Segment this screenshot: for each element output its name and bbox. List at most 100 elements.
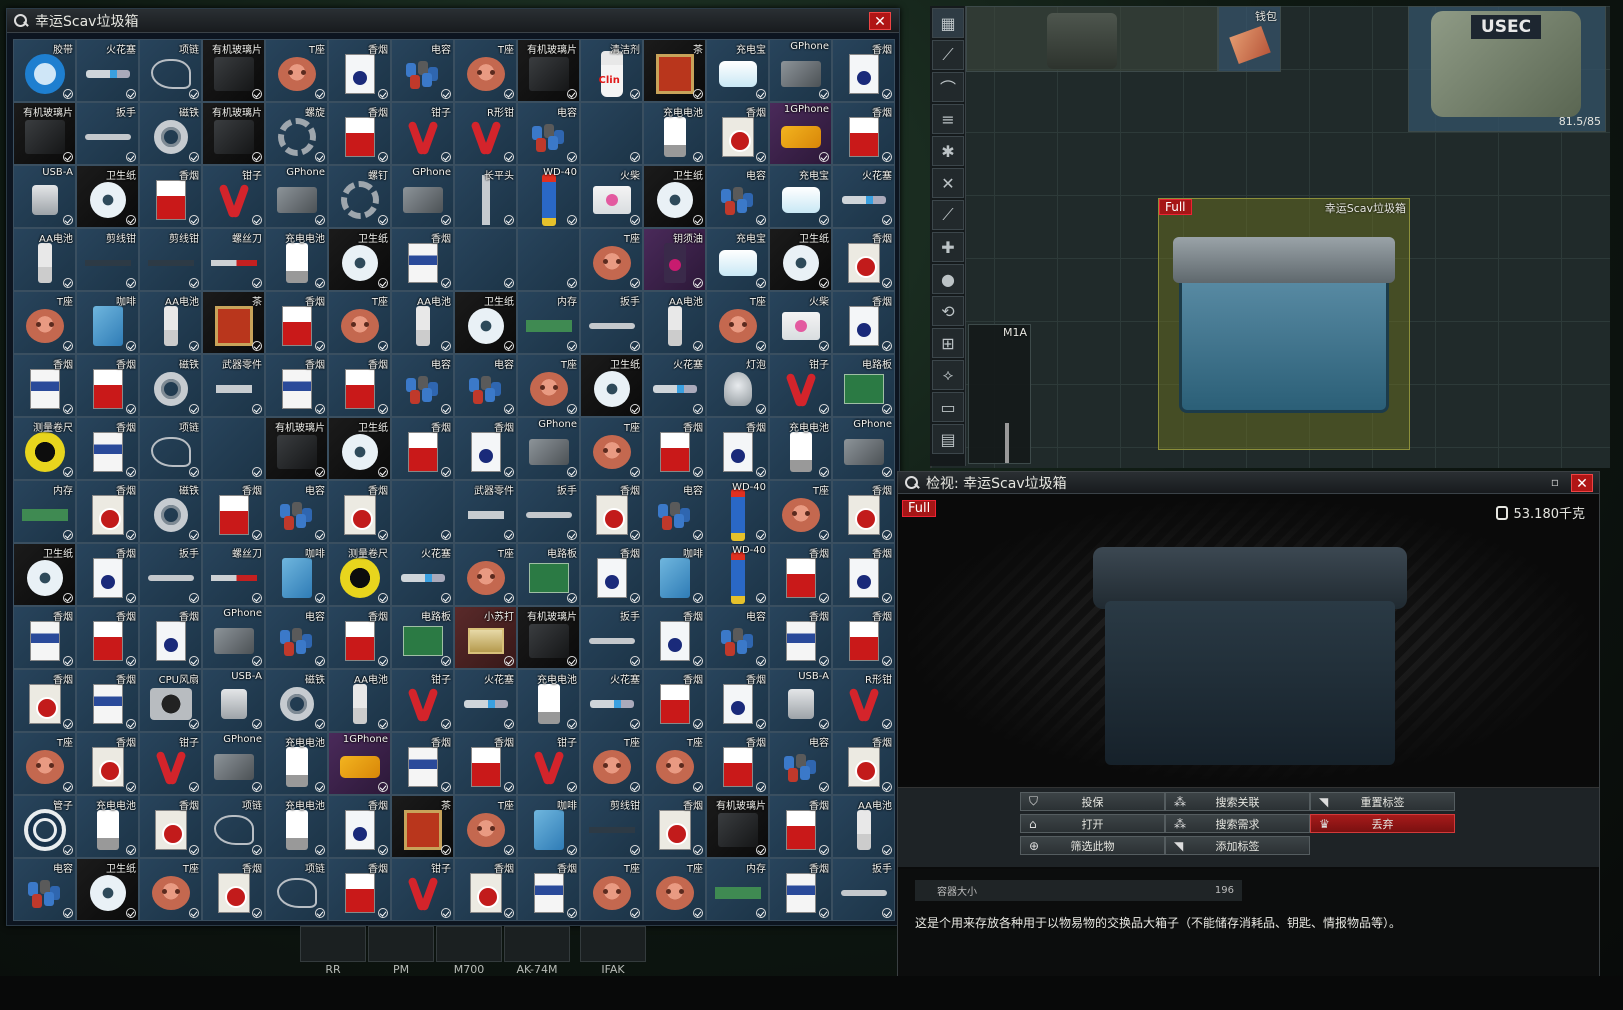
grid-icon[interactable]: ▦ [932,8,964,38]
grid-item[interactable]: T座 [706,291,769,354]
minimize-button[interactable]: ▫ [1551,475,1559,489]
grid-item[interactable]: 香烟 [328,795,391,858]
grid-item[interactable]: 1GPhone [769,102,832,165]
grid-item[interactable]: 充电电池 [76,795,139,858]
grid-item[interactable]: 香烟 [832,291,895,354]
grid-item[interactable]: 充电电池 [769,417,832,480]
grid-item[interactable]: 电容 [265,606,328,669]
grid-item[interactable]: 螺钉 [328,165,391,228]
grid-item[interactable]: 香烟 [328,858,391,921]
grid-item[interactable]: T座 [580,858,643,921]
grid-item[interactable]: 香烟 [391,417,454,480]
grid-item[interactable]: 咖啡 [76,291,139,354]
close-button[interactable]: ✕ [869,12,891,30]
grid-item[interactable] [580,102,643,165]
grid-item[interactable]: 电容 [13,858,76,921]
grid-item[interactable]: T座 [643,732,706,795]
grid-item[interactable]: 有机玻璃片 [202,102,265,165]
grid-item[interactable]: 香烟 [76,543,139,606]
grid-item[interactable] [391,480,454,543]
grid-item[interactable]: 电容 [517,102,580,165]
grid-item[interactable]: T座 [454,543,517,606]
search-related-button[interactable]: ⁂ 搜索关联 [1165,792,1310,811]
container-window-titlebar[interactable]: 幸运Scav垃圾箱 [7,9,899,33]
grid-item[interactable]: T座 [454,39,517,102]
scav-junkbox-slot[interactable]: Full 幸运Scav垃圾箱 [1158,198,1410,450]
grid-item[interactable]: 香烟 [265,291,328,354]
grid-item[interactable]: 灯泡 [706,354,769,417]
grid-item[interactable] [202,417,265,480]
grid-item[interactable]: 充电电池 [265,732,328,795]
grid-item[interactable]: 香烟 [202,858,265,921]
grid-item[interactable]: 香烟 [832,228,895,291]
grid-item[interactable]: 香烟 [454,858,517,921]
grid-item[interactable]: 剪线钳 [580,795,643,858]
grid-item[interactable]: 香烟 [580,480,643,543]
knife-icon[interactable]: ⟋ [932,200,964,230]
grid-item[interactable]: 电路板 [517,543,580,606]
grid-item[interactable]: GPhone [202,732,265,795]
grid-item[interactable]: T座 [454,795,517,858]
magazine-icon[interactable]: ⌒ [932,72,964,102]
crossed-tools-icon[interactable]: ✕ [932,168,964,198]
grid-item[interactable]: T座 [139,858,202,921]
grid-item[interactable]: 钳子 [202,165,265,228]
grid-item[interactable]: 咖啡 [643,543,706,606]
grid-item[interactable]: 电容 [769,732,832,795]
grid-item[interactable]: 武器零件 [202,354,265,417]
grid-item[interactable]: 剪线钳 [139,228,202,291]
grid-item[interactable]: 钳子 [391,858,454,921]
grid-item[interactable]: 茶 [391,795,454,858]
grid-item[interactable]: T座 [328,291,391,354]
grid-item[interactable]: 香烟 [706,669,769,732]
grid-item[interactable]: 扳手 [580,291,643,354]
grid-item[interactable]: 卫生纸 [454,291,517,354]
filter-item-button[interactable]: ⊕ 筛选此物 [1020,836,1165,855]
grid-item[interactable]: 香烟 [76,480,139,543]
grid-item[interactable]: 香烟 [139,606,202,669]
grid-item[interactable]: R形钳 [454,102,517,165]
grid-item[interactable]: 香烟 [643,606,706,669]
grid-item[interactable]: 香烟 [832,39,895,102]
grid-item[interactable]: 香烟 [643,795,706,858]
grid-item[interactable]: 1GPhone [328,732,391,795]
grid-item[interactable]: 香烟 [328,354,391,417]
grid-item[interactable]: 项链 [139,39,202,102]
grid-item[interactable]: 卫生纸 [13,543,76,606]
grid-item[interactable]: 香烟 [643,669,706,732]
grid-item[interactable]: 香烟 [832,732,895,795]
item-preview[interactable]: Full 53.180千克 [898,495,1599,785]
grid-item[interactable]: 香烟 [832,606,895,669]
grid-item[interactable]: 香烟 [265,354,328,417]
grid-item[interactable]: 香烟 [643,417,706,480]
grid-item[interactable]: T座 [643,858,706,921]
grid-item[interactable]: 项链 [139,417,202,480]
grid-item[interactable]: 火花塞 [580,669,643,732]
grid-item[interactable]: 清洁剂 [580,39,643,102]
grid-item[interactable]: CPU风扇 [139,669,202,732]
grid-item[interactable]: 香烟 [454,732,517,795]
grid-item[interactable]: 电路板 [391,606,454,669]
grid-item[interactable]: 香烟 [832,102,895,165]
grid-item[interactable]: WD-40 [517,165,580,228]
grid-item[interactable]: GPhone [265,165,328,228]
grid-item[interactable]: 火柴 [580,165,643,228]
grid-item[interactable]: 有机玻璃片 [202,39,265,102]
grid-item[interactable]: 香烟 [769,858,832,921]
grid-item[interactable]: 充电电池 [643,102,706,165]
grid-item[interactable]: 电容 [643,480,706,543]
grid-item[interactable]: 武器零件 [454,480,517,543]
quick-slot[interactable]: PM [368,926,434,976]
grid-item[interactable]: 扳手 [580,606,643,669]
grid-item[interactable]: 有机玻璃片 [265,417,328,480]
add-tag-button[interactable]: ◥ 添加标签 [1165,836,1310,855]
grid-item[interactable]: 香烟 [706,102,769,165]
grid-item[interactable]: WD-40 [706,543,769,606]
grid-item[interactable]: R形钳 [832,669,895,732]
grid-item[interactable]: 有机玻璃片 [517,606,580,669]
grid-item[interactable]: 充电电池 [265,228,328,291]
grid-item[interactable]: 香烟 [832,480,895,543]
grid-item[interactable]: 剪线钳 [76,228,139,291]
grid-item[interactable]: 扳手 [76,102,139,165]
grid-item[interactable]: 香烟 [328,480,391,543]
